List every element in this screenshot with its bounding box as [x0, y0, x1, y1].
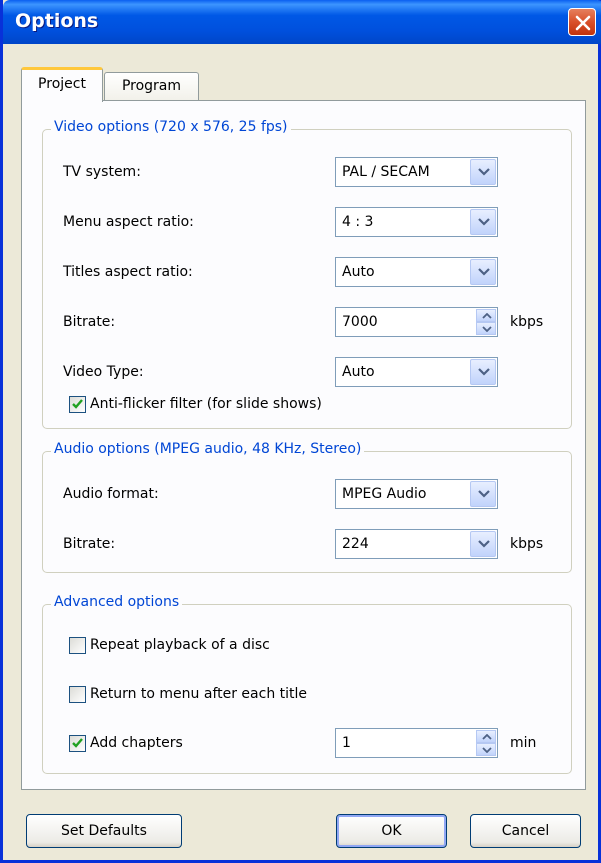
- chapter-interval-unit: min: [510, 735, 537, 751]
- audio-options-legend: Audio options (MPEG audio, 48 KHz, Stere…: [51, 441, 365, 457]
- video-type-label: Video Type:: [63, 364, 144, 380]
- arrow-up-icon: [482, 313, 492, 319]
- chapter-interval-down-button[interactable]: [476, 743, 496, 756]
- titles-aspect-select[interactable]: Auto: [335, 257, 498, 287]
- close-button[interactable]: [568, 8, 596, 36]
- ok-button[interactable]: OK: [336, 814, 447, 848]
- video-options-legend: Video options (720 x 576, 25 fps): [51, 119, 291, 135]
- tab-program[interactable]: Program: [104, 72, 199, 100]
- video-type-dropdown-button[interactable]: [470, 359, 496, 385]
- add-chapters-label[interactable]: Add chapters: [90, 735, 183, 751]
- chevron-down-icon: [478, 368, 490, 376]
- video-type-value: Auto: [342, 364, 375, 380]
- set-defaults-button[interactable]: Set Defaults: [26, 814, 182, 848]
- repeat-playback-label[interactable]: Repeat playback of a disc: [90, 637, 270, 653]
- chevron-down-icon: [478, 218, 490, 226]
- chapter-interval-value: 1: [342, 735, 351, 751]
- advanced-options-group: Advanced options Repeat playback of a di…: [42, 594, 572, 774]
- audio-bitrate-dropdown-button[interactable]: [470, 531, 496, 557]
- audio-bitrate-select[interactable]: 224: [335, 529, 498, 559]
- arrow-down-icon: [482, 326, 492, 332]
- chapter-interval-up-button[interactable]: [476, 730, 496, 743]
- chapter-interval-stepper[interactable]: 1: [335, 728, 498, 758]
- checkmark-icon: [72, 399, 83, 409]
- options-dialog: Options Project Program Video options (7…: [0, 0, 601, 863]
- chevron-down-icon: [478, 490, 490, 498]
- titles-aspect-label: Titles aspect ratio:: [63, 264, 193, 280]
- cancel-button[interactable]: Cancel: [470, 814, 581, 848]
- menu-aspect-select[interactable]: 4 : 3: [335, 207, 498, 237]
- add-chapters-checkbox[interactable]: [69, 735, 86, 752]
- anti-flicker-checkbox[interactable]: [69, 396, 86, 413]
- video-bitrate-value: 7000: [342, 314, 378, 330]
- titles-aspect-dropdown-button[interactable]: [470, 259, 496, 285]
- audio-bitrate-label: Bitrate:: [63, 536, 116, 552]
- audio-options-group: Audio options (MPEG audio, 48 KHz, Stere…: [42, 441, 572, 573]
- arrow-down-icon: [482, 747, 492, 753]
- return-to-menu-checkbox[interactable]: [69, 686, 86, 703]
- chevron-down-icon: [478, 268, 490, 276]
- audio-format-label: Audio format:: [63, 486, 159, 502]
- audio-format-dropdown-button[interactable]: [470, 481, 496, 507]
- repeat-playback-checkbox[interactable]: [69, 637, 86, 654]
- window-title: Options: [15, 10, 99, 32]
- audio-format-select[interactable]: MPEG Audio: [335, 479, 498, 509]
- menu-aspect-value: 4 : 3: [342, 214, 374, 230]
- audio-bitrate-value: 224: [342, 536, 369, 552]
- video-bitrate-label: Bitrate:: [63, 314, 116, 330]
- chevron-down-icon: [478, 540, 490, 548]
- tv-system-dropdown-button[interactable]: [470, 159, 496, 185]
- project-tab-panel: Video options (720 x 576, 25 fps) TV sys…: [21, 100, 586, 790]
- return-to-menu-label[interactable]: Return to menu after each title: [90, 686, 307, 702]
- menu-aspect-dropdown-button[interactable]: [470, 209, 496, 235]
- video-bitrate-up-button[interactable]: [476, 309, 496, 322]
- close-icon: [575, 15, 591, 31]
- video-bitrate-stepper[interactable]: 7000: [335, 307, 498, 337]
- video-bitrate-down-button[interactable]: [476, 322, 496, 335]
- checkmark-icon: [72, 738, 83, 748]
- tv-system-value: PAL / SECAM: [342, 164, 430, 180]
- audio-bitrate-unit: kbps: [510, 536, 544, 552]
- menu-aspect-label: Menu aspect ratio:: [63, 214, 194, 230]
- video-bitrate-unit: kbps: [510, 314, 544, 330]
- tv-system-select[interactable]: PAL / SECAM: [335, 157, 498, 187]
- audio-format-value: MPEG Audio: [342, 486, 427, 502]
- arrow-up-icon: [482, 734, 492, 740]
- anti-flicker-label[interactable]: Anti-flicker filter (for slide shows): [90, 396, 322, 412]
- tab-project[interactable]: Project: [21, 67, 103, 102]
- video-type-select[interactable]: Auto: [335, 357, 498, 387]
- chevron-down-icon: [478, 168, 490, 176]
- titles-aspect-value: Auto: [342, 264, 375, 280]
- tv-system-label: TV system:: [63, 164, 141, 180]
- video-options-group: Video options (720 x 576, 25 fps) TV sys…: [42, 119, 572, 429]
- advanced-options-legend: Advanced options: [51, 594, 183, 610]
- title-bar[interactable]: Options: [3, 0, 601, 44]
